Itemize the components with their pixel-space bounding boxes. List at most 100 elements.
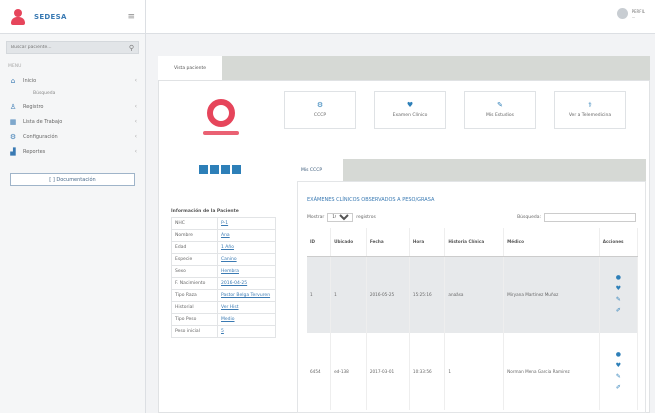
google-icon[interactable]: [221, 165, 230, 174]
documentation-button[interactable]: [ ] Documentación: [10, 173, 135, 186]
info-value[interactable]: Canino: [217, 253, 276, 266]
sidebar-item-lista-trabajo[interactable]: ▦ Lista de Trabajo ‹: [0, 114, 145, 129]
chevron-icon: ‹: [134, 133, 137, 140]
user-menu[interactable]: PERFIL ...: [616, 8, 645, 19]
info-value[interactable]: 2016-04-25: [217, 277, 276, 290]
info-value[interactable]: Pastor Belga Tervuren: [217, 289, 276, 302]
sidebar-item-label: Configuración: [23, 133, 58, 140]
info-key: Edad: [171, 241, 218, 254]
pencil-icon[interactable]: ✐: [616, 385, 621, 391]
linkedin-icon[interactable]: [232, 165, 241, 174]
info-key: Sexo: [171, 265, 218, 278]
eye-icon[interactable]: ●: [616, 352, 621, 358]
avatar: [616, 8, 628, 19]
tab-vista-paciente[interactable]: Vista paciente: [158, 56, 222, 80]
main-content: Vista paciente Información de la Pacient…: [146, 34, 655, 413]
section-title: EXÁMENES CLÍNICOS OBSERVADOS A PESO/GRAS…: [307, 197, 435, 203]
search-icon[interactable]: ⚲: [129, 44, 134, 52]
col-header-id[interactable]: ID: [307, 228, 332, 257]
sidebar-item-label: Reportes: [23, 148, 46, 155]
page-size-select[interactable]: 10: [327, 213, 354, 222]
patient-info-table: NHC P-1 Nombre Ana Edad 1 Año Especie Canino…: [171, 217, 276, 338]
info-value[interactable]: Hembra: [217, 265, 276, 278]
chevron-icon: ‹: [134, 118, 137, 125]
info-row: Nombre Ana: [171, 229, 276, 242]
cell-acciones: ● ♥ ✎ ✐: [599, 256, 639, 333]
info-value[interactable]: 1 Año: [217, 241, 276, 254]
stethoscope-icon: ⚕: [588, 101, 592, 109]
sidebar-item-reportes[interactable]: ▟ Reportes ‹: [0, 144, 145, 159]
sidebar-search-input[interactable]: [11, 45, 129, 50]
user-icon: ♙: [9, 102, 17, 111]
sidebar-item-configuracion[interactable]: ⚙ Configuración ‹: [0, 129, 145, 144]
info-row: Tipo Raza Pastor Belga Tervuren: [171, 289, 276, 302]
brand-logo[interactable]: [8, 7, 28, 27]
edit-icon[interactable]: ✎: [616, 374, 621, 380]
heart-icon[interactable]: ♥: [616, 286, 621, 292]
search-label: Búsqueda:: [517, 215, 541, 220]
cell-acciones: ● ♥ ✎ ✐: [599, 333, 639, 410]
info-value[interactable]: Ver Hist: [217, 301, 276, 314]
show-suffix: registros: [356, 215, 376, 220]
eye-icon[interactable]: ●: [616, 275, 621, 281]
info-row: F. Nacimiento 2016-04-25: [171, 277, 276, 290]
cell-hora: 10:33:56: [409, 333, 446, 410]
hamburger-menu-icon[interactable]: ≡: [127, 12, 135, 22]
chevron-icon: ‹: [134, 148, 137, 155]
twitter-icon[interactable]: [210, 165, 219, 174]
sidebar-item-inicio[interactable]: ⌂ Inicio ‹: [0, 73, 145, 88]
heart-icon[interactable]: ♥: [616, 363, 621, 369]
outer-tabbar: Vista paciente: [158, 56, 650, 80]
cell-fecha: 2017-03-01: [366, 333, 410, 410]
info-value[interactable]: 5: [217, 325, 276, 338]
calendar-icon: ▦: [9, 117, 17, 126]
chevron-icon: ‹: [134, 103, 137, 110]
info-key: Especie: [171, 253, 218, 266]
cell-historia: 1: [444, 333, 505, 410]
info-value[interactable]: Medio: [217, 313, 276, 326]
table-search-input[interactable]: [544, 213, 636, 222]
menu-header: MENU: [8, 64, 22, 69]
table-row[interactable]: 1 1 2016-05-25 15:25:16 anaãsa Miryana M…: [307, 256, 639, 333]
app-window: SEDESA ≡ ⚲ MENU ⌂ Inicio ‹ Búsqueda ♙ Re…: [0, 0, 655, 413]
card-telemedicina[interactable]: ⚕ Ver a Telemedicina: [554, 91, 626, 129]
brand-bar: SEDESA ≡: [0, 0, 145, 34]
cell-medico: Norman Mena Garcia Ramirez: [503, 333, 600, 410]
card-cccp[interactable]: ⚙ CCCP: [284, 91, 356, 129]
info-key: Historial: [171, 301, 218, 314]
tab-mis-cccp[interactable]: Mis CCCP: [297, 159, 343, 181]
social-icons: [199, 165, 241, 174]
sidebar-subitem-busqueda[interactable]: Búsqueda: [0, 88, 145, 99]
gear-icon: ⚙: [316, 101, 324, 109]
edit-icon[interactable]: ✎: [616, 297, 621, 303]
info-value[interactable]: Ana: [217, 229, 276, 242]
heart-icon: ♥: [406, 101, 414, 109]
col-header-hora[interactable]: Hora: [409, 228, 446, 257]
sidebar: SEDESA ≡ ⚲ MENU ⌂ Inicio ‹ Búsqueda ♙ Re…: [0, 0, 146, 413]
card-examen-clinico[interactable]: ♥ Examen Clínico: [374, 91, 446, 129]
info-row: Sexo Hembra: [171, 265, 276, 278]
exams-panel: EXÁMENES CLÍNICOS OBSERVADOS A PESO/GRAS…: [297, 181, 646, 413]
pencil-icon: ✎: [497, 101, 503, 109]
pencil-icon[interactable]: ✐: [616, 308, 621, 314]
cell-ubicado: 1: [330, 256, 367, 333]
table-row[interactable]: 6454 ed-138 2017-03-01 10:33:56 1 Norman…: [307, 333, 639, 410]
inner-tabbar: Mis CCCP: [297, 159, 646, 181]
col-header-fecha[interactable]: Fecha: [366, 228, 410, 257]
facebook-icon[interactable]: [199, 165, 208, 174]
info-key: Tipo Peso: [171, 313, 218, 326]
info-key: NHC: [171, 217, 218, 230]
info-value[interactable]: P-1: [217, 217, 276, 230]
card-label: Mis Estudios: [486, 113, 514, 118]
gear-icon: ⚙: [9, 132, 17, 141]
cell-historia: anaãsa: [444, 256, 505, 333]
info-key: Nombre: [171, 229, 218, 242]
sidebar-item-registro[interactable]: ♙ Registro ‹: [0, 99, 145, 114]
card-label: Examen Clínico: [392, 113, 428, 118]
col-header-historia[interactable]: Historia Clínica: [444, 228, 505, 257]
col-header-ubicado[interactable]: Ubicado: [330, 228, 367, 257]
patient-panel: Información de la Paciente NHC P-1 Nombre…: [158, 80, 650, 413]
col-header-medico[interactable]: Médico: [503, 228, 600, 257]
card-mis-estudios[interactable]: ✎ Mis Estudios: [464, 91, 536, 129]
cell-id: 1: [307, 256, 332, 333]
